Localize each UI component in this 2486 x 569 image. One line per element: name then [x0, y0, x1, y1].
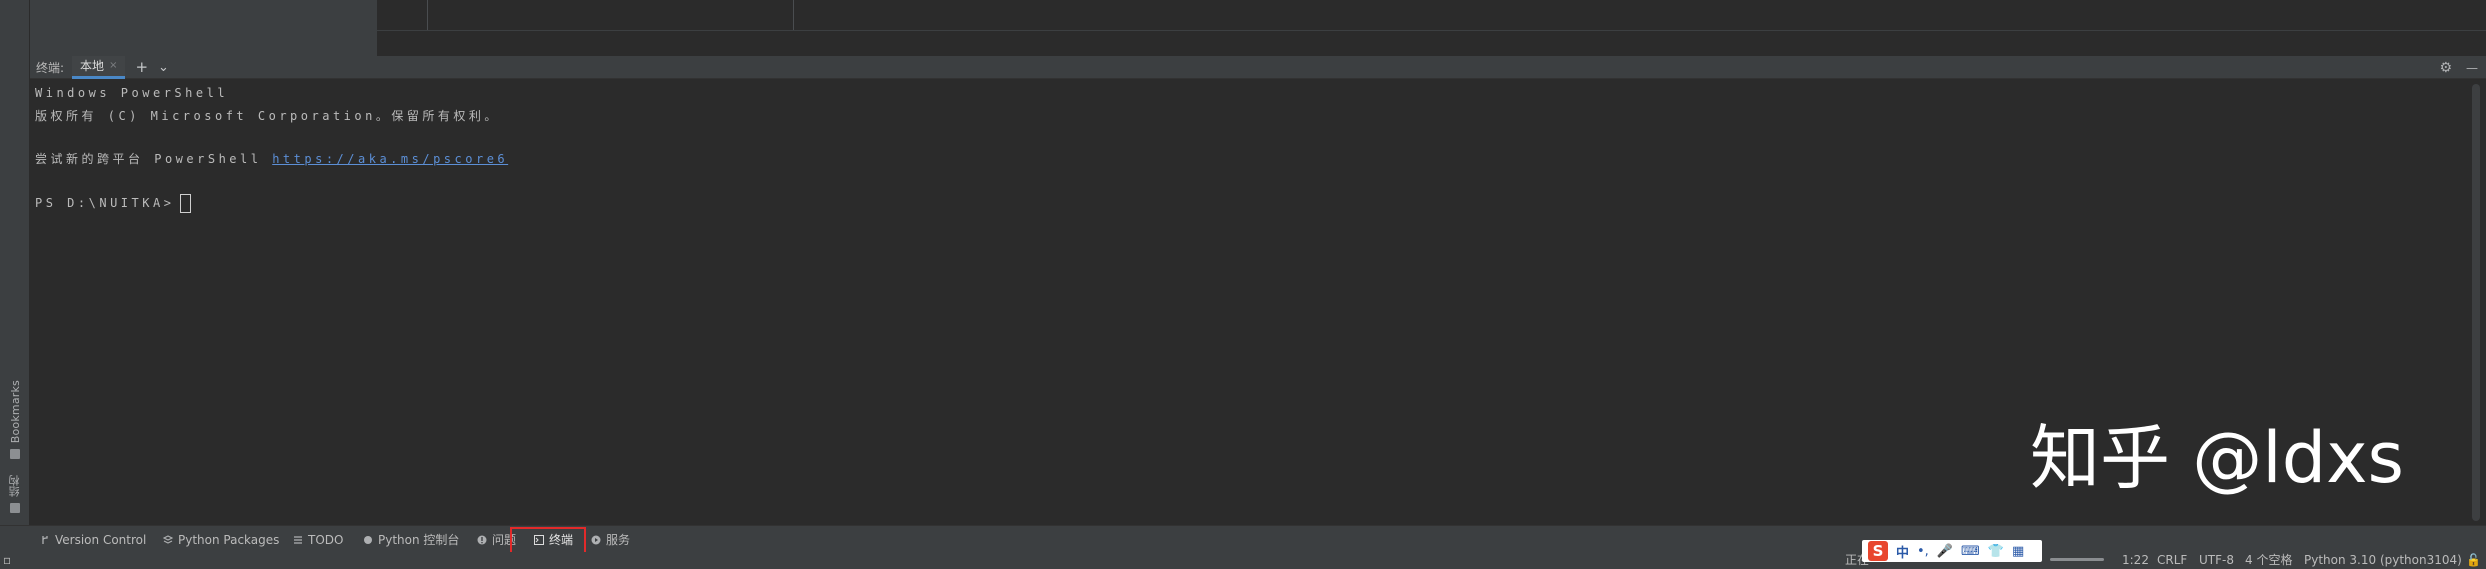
- scrollbar-thumb[interactable]: [2472, 84, 2480, 521]
- pscore-link[interactable]: https://aka.ms/pscore6: [272, 152, 508, 166]
- progress-bar: [2050, 558, 2104, 561]
- ime-toolbar[interactable]: S 中 •, 🎤 ⌨ 👕 ▦: [1862, 540, 2042, 562]
- terminal-text: 尝试新的跨平台 PowerShell: [35, 152, 273, 166]
- structure-icon: [10, 503, 20, 514]
- project-pane: [30, 0, 377, 56]
- close-icon[interactable]: ×: [109, 60, 117, 71]
- tab-label: Python Packages: [178, 532, 280, 547]
- python-interpreter[interactable]: Python 3.10 (python3104): [2304, 552, 2462, 569]
- info-icon: [477, 535, 487, 544]
- tab-todo[interactable]: TODO: [293, 531, 343, 548]
- editor-bottom-border: [377, 30, 2486, 31]
- terminal-line: 版权所有 (C) Microsoft Corporation。保留所有权利。: [35, 109, 500, 123]
- tab-python-packages[interactable]: Python Packages: [163, 531, 279, 548]
- bookmark-icon: [10, 449, 20, 460]
- tab-label: TODO: [308, 532, 344, 547]
- add-terminal-button[interactable]: +: [135, 58, 148, 76]
- status-bar: ▫ 正在 1:22 CRLF UTF-8 4 个空格 Python 3.10 (…: [0, 552, 2486, 569]
- terminal-scrollbar[interactable]: [2466, 80, 2486, 525]
- terminal-tab-label: 本地: [80, 59, 105, 73]
- text-cursor: [180, 194, 192, 213]
- tab-label: Python 控制台: [378, 533, 460, 547]
- terminal-line: 尝试新的跨平台 PowerShell https://aka.ms/pscore…: [35, 150, 508, 167]
- tab-label: Version Control: [55, 532, 147, 547]
- terminal-line: Windows PowerShell: [35, 86, 229, 100]
- tab-python-console[interactable]: Python 控制台: [363, 531, 459, 548]
- skin-icon[interactable]: 👕: [1988, 544, 2004, 559]
- lock-icon[interactable]: 🔓: [2466, 552, 2481, 569]
- minimize-icon[interactable]: —: [2466, 61, 2478, 75]
- left-tool-stripe: Bookmarks 结构: [0, 0, 30, 569]
- layout-icon[interactable]: ▫: [3, 552, 11, 569]
- terminal-prompt-line: PS D:\NUITKA>: [35, 194, 192, 213]
- play-circle-icon: [591, 535, 601, 544]
- tab-services[interactable]: 服务: [591, 531, 630, 548]
- punctuation-icon[interactable]: •,: [1917, 544, 1929, 559]
- cursor-position[interactable]: 1:22: [2122, 552, 2149, 569]
- editor-area: [30, 0, 2486, 56]
- terminal-tab-local[interactable]: 本地 ×: [72, 55, 126, 79]
- bookmarks-label: Bookmarks: [8, 380, 22, 444]
- toolbox-icon[interactable]: ▦: [2012, 544, 2024, 559]
- line-separator[interactable]: CRLF: [2157, 552, 2187, 569]
- structure-tab[interactable]: 结构: [4, 475, 26, 514]
- tab-version-control[interactable]: Version Control: [40, 531, 146, 548]
- layers-icon: [163, 534, 173, 544]
- sogou-logo-icon: S: [1868, 541, 1888, 561]
- ime-mode[interactable]: 中: [1896, 542, 1909, 561]
- terminal-header: 终端: 本地 × + ⌄ ⚙ —: [30, 55, 2486, 79]
- python-icon: [364, 535, 372, 544]
- branch-icon: [42, 535, 48, 544]
- editor-gutter-divider: [427, 0, 428, 30]
- tool-window-bar: Version Control Python Packages TODO Pyt…: [0, 525, 2486, 566]
- terminal-title: 终端:: [36, 60, 65, 75]
- chevron-down-icon[interactable]: ⌄: [158, 60, 169, 75]
- file-encoding[interactable]: UTF-8: [2199, 552, 2234, 569]
- editor-split-divider: [793, 0, 794, 30]
- gear-icon[interactable]: ⚙: [2439, 60, 2452, 76]
- tab-label: 服务: [606, 533, 631, 547]
- list-icon: [294, 535, 302, 544]
- keyboard-icon[interactable]: ⌨: [1961, 544, 1980, 559]
- bookmarks-tab[interactable]: Bookmarks: [4, 380, 26, 460]
- microphone-icon[interactable]: 🎤: [1937, 544, 1953, 559]
- structure-label: 结构: [8, 475, 21, 498]
- zhihu-watermark: 知乎 @ldxs: [2030, 417, 2405, 499]
- terminal-prompt: PS D:\NUITKA>: [35, 196, 175, 210]
- indent-setting[interactable]: 4 个空格: [2245, 552, 2292, 569]
